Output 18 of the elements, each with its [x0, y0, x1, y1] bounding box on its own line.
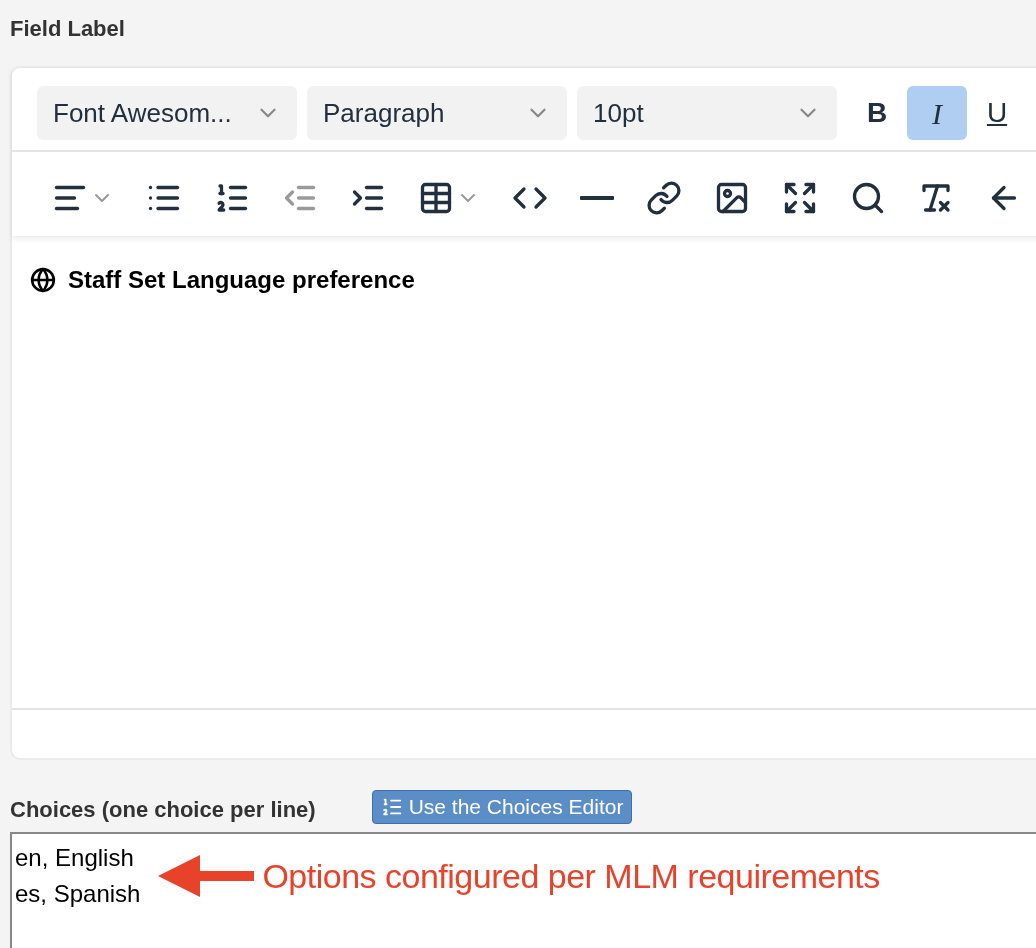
- link-icon: [646, 180, 682, 216]
- numbered-list-icon: [380, 796, 403, 818]
- dropdown-select[interactable]: Paragraph: [307, 86, 567, 140]
- choice-line: es, Spanish: [15, 879, 141, 909]
- expand-icon: [782, 180, 818, 216]
- image-icon: [714, 180, 750, 216]
- editor-text: Staff Set Language preference: [68, 265, 415, 295]
- dropdown-select[interactable]: 10pt: [577, 86, 837, 140]
- search-icon: [850, 180, 886, 216]
- dropdown-select[interactable]: Font Awesom...: [37, 86, 297, 140]
- globe-icon: [30, 267, 56, 293]
- format-button[interactable]: I: [907, 86, 967, 140]
- annotation-text: Options configured per MLM requirements: [262, 855, 880, 897]
- field-label: Field Label: [10, 15, 126, 43]
- choices-label: Choices (one choice per line): [10, 796, 316, 824]
- choice-line: en, English: [15, 843, 135, 873]
- table-icon: [418, 180, 454, 216]
- choices-textarea[interactable]: en, English es, Spanish Options configured per MLM requirements: [10, 832, 1036, 948]
